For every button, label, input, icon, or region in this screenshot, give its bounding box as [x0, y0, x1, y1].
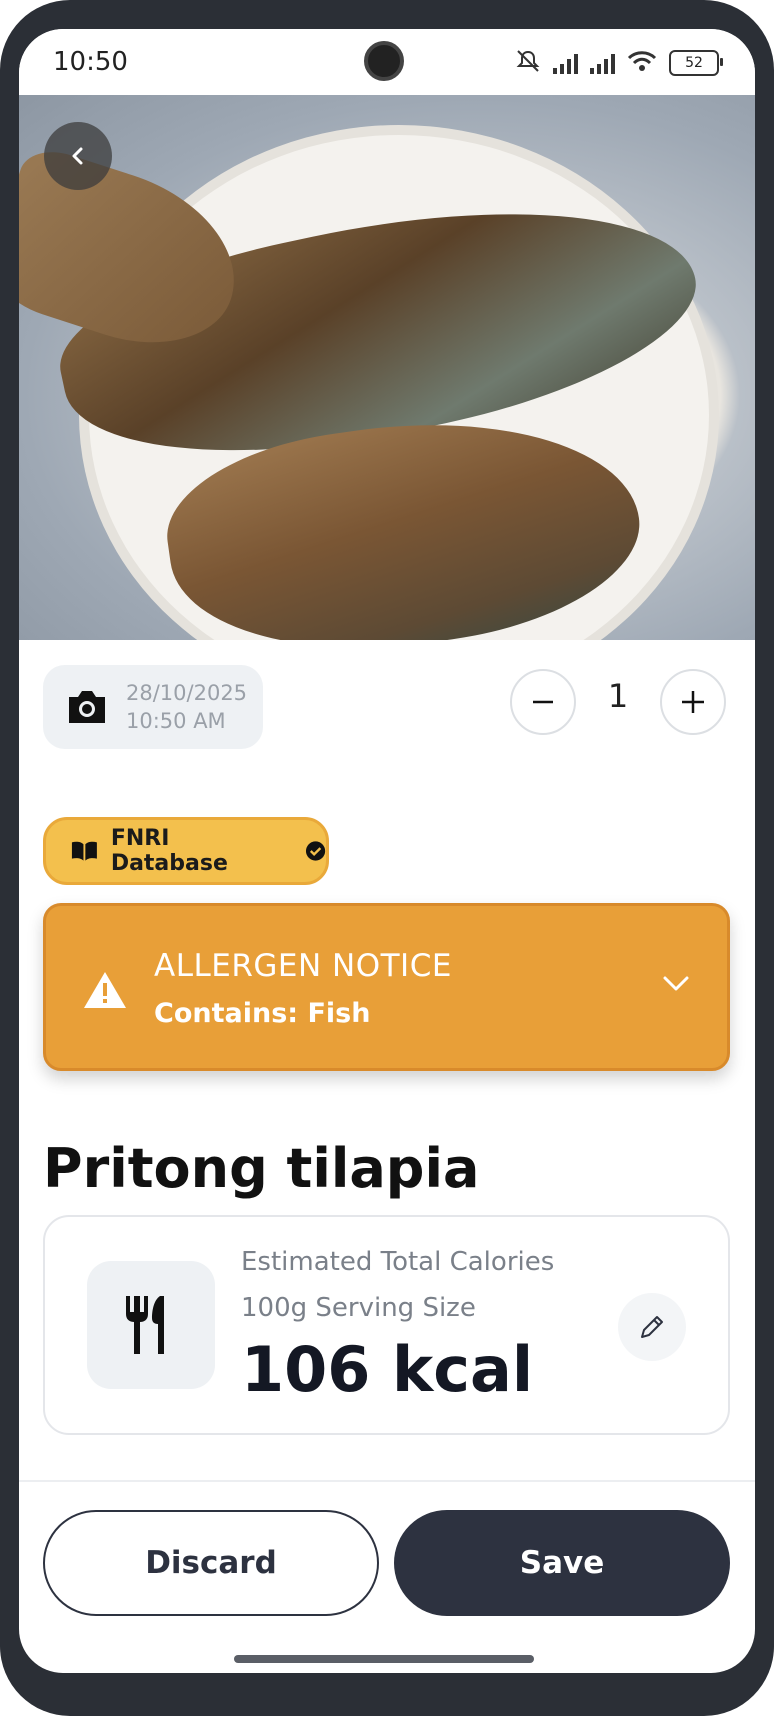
photo-timestamp: 28/10/2025 10:50 AM — [43, 665, 263, 749]
calories-value: 106 kcal — [241, 1333, 534, 1406]
calories-label: Estimated Total Calories — [241, 1247, 555, 1277]
signal-icon — [553, 52, 578, 74]
back-icon — [72, 147, 83, 165]
signal-icon-2 — [590, 52, 615, 74]
wifi-icon — [627, 50, 657, 76]
phone-frame: 10:50 52 28/10/2025 10:50 AM 1 FNRI Data… — [0, 0, 774, 1716]
pencil-icon — [641, 1316, 663, 1338]
app-screen: 10:50 52 28/10/2025 10:50 AM 1 FNRI Data… — [19, 29, 755, 1673]
food-name: Pritong tilapia — [43, 1137, 480, 1200]
status-bar: 10:50 52 — [19, 29, 755, 95]
plus-icon — [682, 691, 704, 713]
home-indicator[interactable] — [234, 1655, 534, 1663]
timestamp-text: 28/10/2025 10:50 AM — [126, 679, 247, 735]
mute-icon — [515, 49, 541, 77]
warning-icon — [84, 972, 126, 1008]
source-badge-label: FNRI Database — [110, 826, 228, 876]
battery-icon: 52 — [669, 50, 723, 76]
front-camera — [364, 41, 404, 81]
bottom-divider — [19, 1480, 755, 1482]
back-button[interactable] — [44, 122, 112, 190]
timestamp-time: 10:50 AM — [126, 709, 226, 733]
calories-card: Estimated Total Calories 100g Serving Si… — [43, 1215, 730, 1435]
camera-icon — [69, 691, 105, 723]
quantity-value: 1 — [607, 677, 629, 715]
allergen-title: ALLERGEN NOTICE — [154, 948, 452, 984]
calories-icon-box — [87, 1261, 215, 1389]
minus-icon — [533, 700, 553, 704]
book-icon — [71, 841, 97, 861]
allergen-notice[interactable]: ALLERGEN NOTICE Contains: Fish — [43, 903, 730, 1071]
increase-quantity-button[interactable] — [660, 669, 726, 735]
source-badge[interactable]: FNRI Database — [43, 817, 329, 885]
discard-button[interactable]: Discard — [43, 1510, 379, 1616]
food-photo — [19, 95, 755, 640]
save-button[interactable]: Save — [394, 1510, 730, 1616]
allergen-detail: Contains: Fish — [154, 998, 371, 1029]
status-time: 10:50 — [53, 47, 128, 77]
edit-calories-button[interactable] — [618, 1293, 686, 1361]
serving-size: 100g Serving Size — [241, 1293, 476, 1323]
status-icons: 52 — [515, 49, 723, 77]
check-circle-icon — [305, 841, 326, 861]
chevron-down-icon[interactable] — [661, 972, 691, 994]
utensils-icon — [126, 1296, 164, 1354]
timestamp-date: 28/10/2025 — [126, 681, 248, 705]
decrease-quantity-button[interactable] — [510, 669, 576, 735]
